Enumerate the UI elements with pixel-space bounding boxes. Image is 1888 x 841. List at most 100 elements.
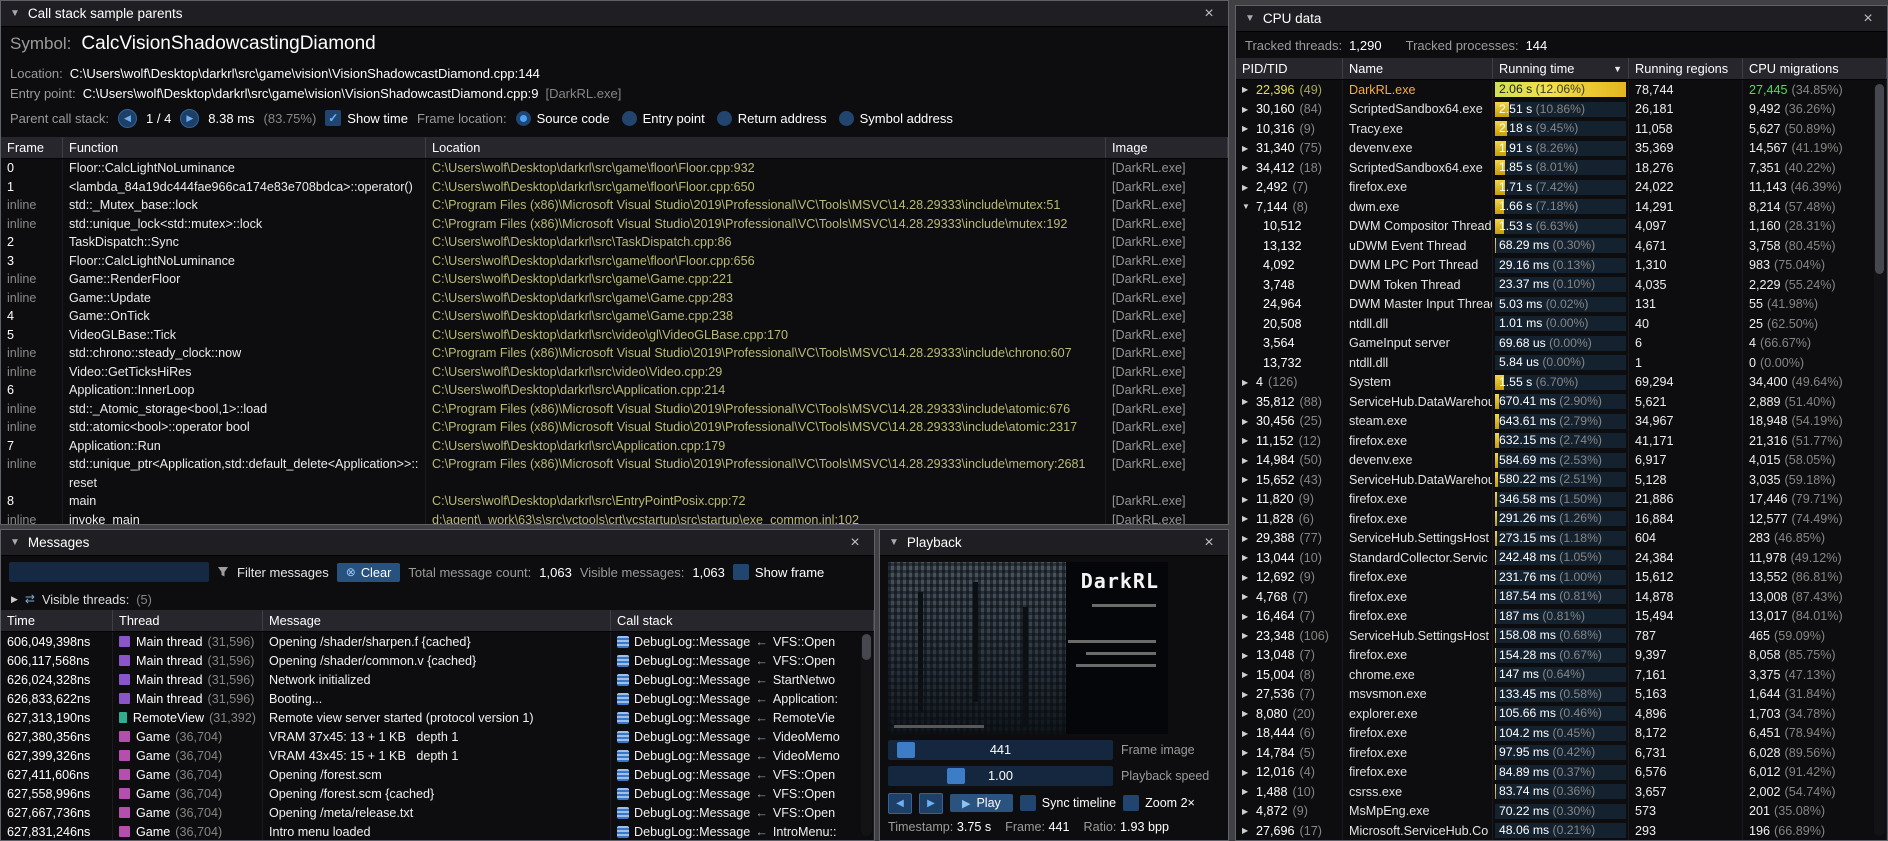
cpu-process-row[interactable]: 4,092DWM LPC Port Thread29.16 ms (0.13%)…	[1236, 256, 1887, 276]
column-header-function[interactable]: Function	[63, 137, 426, 158]
cpu-process-row[interactable]: ▶11,820(9)firefox.exe346.58 ms (1.50%)21…	[1236, 490, 1887, 510]
callstack-frame-row[interactable]: inlinestd::chrono::steady_clock::nowC:\P…	[1, 344, 1228, 363]
message-row[interactable]: 627,313,190nsRemoteView(31,392)Remote vi…	[1, 708, 874, 727]
cpu-scrollbar[interactable]	[1874, 84, 1885, 836]
radio-return-address[interactable]: Return address	[717, 111, 827, 126]
callstack-icon[interactable]	[617, 731, 629, 743]
column-header-call-stack[interactable]: Call stack	[611, 610, 874, 631]
cpu-process-row[interactable]: ▶4(126)System1.55 s (6.70%)69,29434,400(…	[1236, 373, 1887, 393]
expand-arrow-icon[interactable]: ▶	[1242, 690, 1251, 699]
visible-threads-row[interactable]: ▶ ⇄ Visible threads: (5)	[1, 588, 874, 610]
cpu-process-row[interactable]: ▶12,016(4)firefox.exe84.89 ms (0.37%)6,5…	[1236, 763, 1887, 783]
expand-arrow-icon[interactable]: ▶	[1242, 826, 1251, 835]
cpu-process-row[interactable]: ▶27,696(17)Microsoft.ServiceHub.Co48.06 …	[1236, 821, 1887, 840]
column-header-location[interactable]: Location	[426, 137, 1106, 158]
expand-arrow-icon[interactable]: ▶	[1242, 651, 1251, 660]
column-header-time[interactable]: Time	[1, 610, 113, 631]
message-row[interactable]: 627,380,356nsGame(36,704)VRAM 37x45: 13 …	[1, 727, 874, 746]
callstack-icon[interactable]	[617, 693, 629, 705]
callstack-frame-row[interactable]: 5VideoGLBase::TickC:\Users\wolf\Desktop\…	[1, 326, 1228, 345]
sync-timeline-checkbox[interactable]: ✓ Sync timeline	[1020, 795, 1116, 811]
expand-arrow-icon[interactable]: ▶	[1242, 553, 1251, 562]
close-icon[interactable]: ×	[845, 534, 865, 552]
message-row[interactable]: 626,024,328nsMain thread(31,596)Network …	[1, 670, 874, 689]
column-header-running-time[interactable]: Running time▼	[1493, 58, 1629, 79]
callstack-icon[interactable]	[617, 807, 629, 819]
expand-arrow-icon[interactable]: ▶	[1242, 105, 1251, 114]
expand-arrow-icon[interactable]: ▶	[1242, 534, 1251, 543]
show-time-checkbox[interactable]: ✓ Show time	[325, 110, 408, 126]
close-icon[interactable]: ×	[1199, 534, 1219, 552]
expand-arrow-icon[interactable]: ▶	[1242, 475, 1251, 484]
cpu-process-row[interactable]: ▶8,080(20)explorer.exe105.66 ms (0.46%)4…	[1236, 704, 1887, 724]
cpu-process-row[interactable]: ▶31,340(75)devenv.exe1.91 s (8.26%)35,36…	[1236, 139, 1887, 159]
callstack-icon[interactable]	[617, 655, 629, 667]
expand-arrow-icon[interactable]: ▶	[1242, 514, 1251, 523]
cpu-process-row[interactable]: 13,732ntdll.dll5.84 us (0.00%)10(0.00%)	[1236, 353, 1887, 373]
expand-arrow-icon[interactable]: ▶	[1242, 85, 1251, 94]
cpu-process-row[interactable]: 10,512DWM Compositor Thread1.53 s (6.63%…	[1236, 217, 1887, 237]
expand-arrow-icon[interactable]: ▶	[1242, 436, 1251, 445]
collapse-icon[interactable]: ▼	[889, 537, 899, 548]
column-header-message[interactable]: Message	[263, 610, 611, 631]
expand-arrow-icon[interactable]: ▶	[1242, 163, 1251, 172]
expand-arrow-icon[interactable]: ▶	[1242, 807, 1251, 816]
cpu-process-row[interactable]: ▶18,444(6)firefox.exe104.2 ms (0.45%)8,1…	[1236, 724, 1887, 744]
callstack-frame-row[interactable]: inlineVideo::GetTicksHiResC:\Users\wolf\…	[1, 363, 1228, 382]
cpu-process-row[interactable]: ▶2,492(7)firefox.exe1.71 s (7.42%)24,022…	[1236, 178, 1887, 198]
close-icon[interactable]: ×	[1199, 5, 1219, 23]
callstack-frame-row[interactable]: inlinestd::atomic<bool>::operator boolC:…	[1, 418, 1228, 437]
cpu-process-row[interactable]: ▶11,828(6)firefox.exe291.26 ms (1.26%)16…	[1236, 509, 1887, 529]
cpu-process-row[interactable]: 13,132uDWM Event Thread68.29 ms (0.30%)4…	[1236, 236, 1887, 256]
cpu-process-row[interactable]: ▶11,152(12)firefox.exe632.15 ms (2.74%)4…	[1236, 431, 1887, 451]
callstack-icon[interactable]	[617, 712, 629, 724]
callstack-frame-row[interactable]: inlineGame::UpdateC:\Users\wolf\Desktop\…	[1, 289, 1228, 308]
message-row[interactable]: 627,411,606nsGame(36,704)Opening /forest…	[1, 765, 874, 784]
column-header-name[interactable]: Name	[1343, 58, 1493, 79]
expand-arrow-icon[interactable]: ▶	[1242, 631, 1251, 640]
message-row[interactable]: 627,831,246nsGame(36,704)Intro menu load…	[1, 822, 874, 840]
expand-arrow-icon[interactable]: ▶	[1242, 729, 1251, 738]
cpu-process-row[interactable]: ▶34,412(18)ScriptedSandbox64.exe1.85 s (…	[1236, 158, 1887, 178]
message-row[interactable]: 606,049,398nsMain thread(31,596)Opening …	[1, 632, 874, 651]
cpu-process-row[interactable]: ▶30,456(25)steam.exe643.61 ms (2.79%)34,…	[1236, 412, 1887, 432]
step-back-button[interactable]: ◀	[888, 793, 912, 814]
expand-arrow-icon[interactable]: ▶	[1242, 612, 1251, 621]
callstack-frame-row[interactable]: 6Application::InnerLoopC:\Users\wolf\Des…	[1, 381, 1228, 400]
cpu-process-row[interactable]: ▶35,812(88)ServiceHub.DataWarehou670.41 …	[1236, 392, 1887, 412]
callstack-frame-row[interactable]: 8mainC:\Users\wolf\Desktop\darkrl\src\En…	[1, 492, 1228, 511]
cpu-process-row[interactable]: ▶12,692(9)firefox.exe231.76 ms (1.00%)15…	[1236, 568, 1887, 588]
expand-arrow-icon[interactable]: ▶	[1242, 144, 1251, 153]
callstack-frame-row[interactable]: inlineinvoke_maind:\agent\_work\63\s\src…	[1, 511, 1228, 525]
callstack-icon[interactable]	[617, 826, 629, 838]
cpu-process-row[interactable]: ▶1,488(10)csrss.exe83.74 ms (0.36%)3,657…	[1236, 782, 1887, 802]
cpu-process-row[interactable]: 20,508ntdll.dll1.01 ms (0.00%)4025(62.50…	[1236, 314, 1887, 334]
callstack-icon[interactable]	[617, 750, 629, 762]
callstack-frame-row[interactable]: inlinestd::unique_lock<std::mutex>::lock…	[1, 215, 1228, 234]
expand-arrow-icon[interactable]: ▶	[1242, 417, 1251, 426]
expand-arrow-icon[interactable]: ▶	[1242, 670, 1251, 679]
callstack-frame-row[interactable]: 3Floor::CalcLightNoLuminanceC:\Users\wol…	[1, 252, 1228, 271]
cpu-process-row[interactable]: ▶16,464(7)firefox.exe187 ms (0.81%)15,49…	[1236, 607, 1887, 627]
callstack-frame-row[interactable]: 4Game::OnTickC:\Users\wolf\Desktop\darkr…	[1, 307, 1228, 326]
callstack-frame-row[interactable]: 1<lambda_84a19dc444fae966ca174e83e708bdc…	[1, 178, 1228, 197]
expand-arrow-icon[interactable]: ▶	[1242, 709, 1251, 718]
column-header-pid-tid[interactable]: PID/TID	[1236, 58, 1343, 79]
cpu-process-row[interactable]: ▶13,044(10)StandardCollector.Servic242.4…	[1236, 548, 1887, 568]
cpu-process-row[interactable]: 3,564GameInput server69.68 us (0.00%)64(…	[1236, 334, 1887, 354]
message-row[interactable]: 606,117,568nsMain thread(31,596)Opening …	[1, 651, 874, 670]
scrollbar-thumb[interactable]	[1875, 84, 1884, 274]
radio-source-code[interactable]: Source code	[516, 111, 610, 126]
expand-arrow-icon[interactable]: ▶	[1242, 456, 1251, 465]
next-parent-button[interactable]: ▶	[180, 109, 199, 128]
callstack-frame-row[interactable]: inlinestd::_Atomic_storage<bool,1>::load…	[1, 400, 1228, 419]
column-header-running-regions[interactable]: Running regions	[1629, 58, 1743, 79]
callstack-icon[interactable]	[617, 788, 629, 800]
messages-scrollbar[interactable]	[861, 634, 872, 836]
cpu-process-row[interactable]: ▶15,652(43)ServiceHub.DataWarehou580.22 …	[1236, 470, 1887, 490]
cpu-process-row[interactable]: ▶27,536(7)msvsmon.exe133.45 ms (0.58%)5,…	[1236, 685, 1887, 705]
cpu-process-row[interactable]: ▶14,784(5)firefox.exe97.95 ms (0.42%)6,7…	[1236, 743, 1887, 763]
frame-image-slider[interactable]: 441	[888, 740, 1113, 760]
expand-arrow-icon[interactable]: ▶	[1242, 592, 1251, 601]
play-button[interactable]: ▶ Play	[950, 794, 1013, 812]
